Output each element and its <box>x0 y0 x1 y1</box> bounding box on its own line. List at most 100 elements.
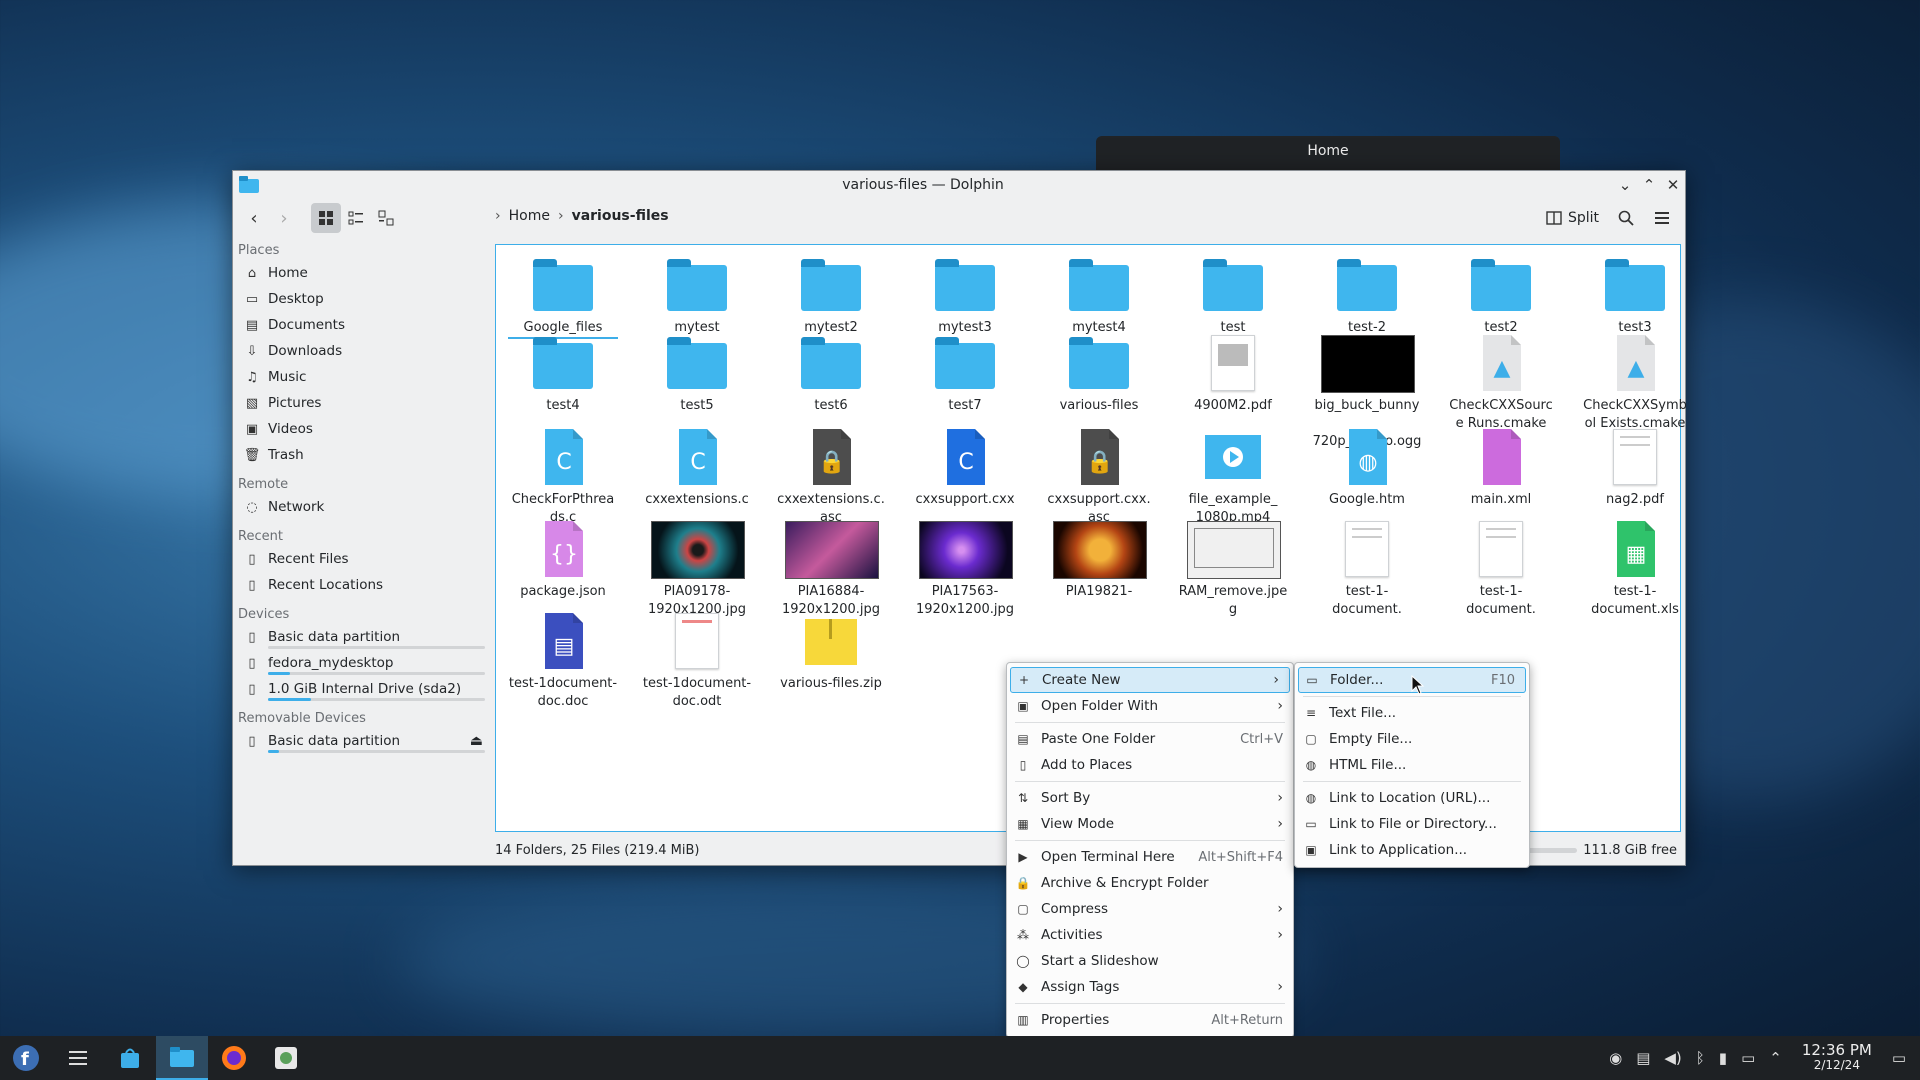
menu-item-activities[interactable]: ⁂ Activities › <box>1007 922 1293 948</box>
folder-item[interactable]: mytest <box>642 253 752 337</box>
menu-item-link-to-location-url[interactable]: ◍ Link to Location (URL)... <box>1295 785 1529 811</box>
split-button[interactable]: Split <box>1540 203 1605 233</box>
menu-item-start-a-slideshow[interactable]: ◯ Start a Slideshow <box>1007 948 1293 974</box>
file-item[interactable]: Ccxxsupport.cxx <box>910 425 1020 509</box>
folder-item[interactable]: test-2 <box>1312 253 1422 337</box>
file-item[interactable]: C CheckForPthreads.c <box>508 425 618 527</box>
file-item[interactable]: nag2.pdf <box>1580 425 1690 509</box>
bluetooth-icon[interactable]: ᛒ <box>1696 1049 1705 1067</box>
sidebar-item-network[interactable]: ◌ Network <box>238 494 491 520</box>
pager-button[interactable] <box>52 1036 104 1080</box>
file-item[interactable]: ▦ test-1-document.xls <box>1580 517 1690 619</box>
breadcrumb-home[interactable]: Home <box>509 208 550 224</box>
minimize-button[interactable]: ⌄ <box>1613 176 1637 194</box>
menu-item-html-file[interactable]: ◍ HTML File... <box>1295 752 1529 778</box>
discover-button[interactable] <box>104 1036 156 1080</box>
show-desktop-icon[interactable]: ▭ <box>1892 1049 1906 1067</box>
file-item[interactable]: RAM_remove.jpeg <box>1178 517 1288 619</box>
forward-button[interactable]: › <box>269 203 299 233</box>
menu-item-sort-by[interactable]: ⇅ Sort By › <box>1007 785 1293 811</box>
sidebar-item-desktop[interactable]: ▭ Desktop <box>238 286 491 312</box>
file-item[interactable]: {} package.json <box>508 517 618 601</box>
file-item[interactable]: PIA17563- 1920x1200.jpg <box>910 517 1020 619</box>
sidebar-item-basic-data-partition[interactable]: ▯ Basic data partition <box>238 624 491 650</box>
file-item[interactable]: test-1document- doc.odt <box>642 609 752 711</box>
file-item[interactable]: ▲ CheckCXXSource Runs.cmake <box>1446 331 1556 433</box>
file-item[interactable]: ▲ CheckCXXSymbol Exists.cmake <box>1580 331 1690 433</box>
file-item[interactable]: ▤ test-1document- doc.doc <box>508 609 618 711</box>
app-launcher-button[interactable]: f <box>0 1036 52 1080</box>
menu-item-empty-file[interactable]: ▢ Empty File... <box>1295 726 1529 752</box>
menu-item-create-new[interactable]: + Create New › <box>1010 667 1290 693</box>
sidebar-item-music[interactable]: ♫ Music <box>238 364 491 390</box>
file-item[interactable]: test-1-document. <box>1312 517 1422 619</box>
folder-item[interactable]: test6 <box>776 331 886 415</box>
taskbar-app[interactable] <box>260 1036 312 1080</box>
menu-item-text-file[interactable]: ≡ Text File... <box>1295 700 1529 726</box>
file-item[interactable]: test-1-document. <box>1446 517 1556 619</box>
folder-item[interactable]: mytest2 <box>776 253 886 337</box>
menu-item-properties[interactable]: ▥ Properties Alt+Return <box>1007 1007 1293 1033</box>
title-bar[interactable]: various-files — Dolphin ⌄ ⌃ ✕ <box>233 171 1685 199</box>
eject-icon[interactable]: ⏏ <box>470 733 483 749</box>
sidebar-item-recent-files[interactable]: ▯ Recent Files <box>238 546 491 572</box>
folder-item[interactable]: test7 <box>910 331 1020 415</box>
background-window-title[interactable]: Home <box>1096 136 1560 170</box>
breadcrumb-current[interactable]: various-files <box>572 208 669 224</box>
folder-item[interactable]: various-files <box>1044 331 1154 415</box>
menu-item-paste-one-folder[interactable]: ▤ Paste One Folder Ctrl+V <box>1007 726 1293 752</box>
file-item[interactable]: Ccxxextensions.c <box>642 425 752 509</box>
folder-item[interactable]: mytest4 <box>1044 253 1154 337</box>
file-item[interactable]: file_example_ 1080p.mp4 <box>1178 425 1288 527</box>
folder-item[interactable]: test3 <box>1580 253 1690 337</box>
file-item[interactable]: PIA19821- <box>1044 517 1154 601</box>
folder-item[interactable]: test5 <box>642 331 752 415</box>
close-button[interactable]: ✕ <box>1661 176 1685 194</box>
menu-item-archive-encrypt-folder[interactable]: 🔒 Archive & Encrypt Folder <box>1007 870 1293 896</box>
folder-item[interactable]: test <box>1178 253 1288 337</box>
tray-expand-icon[interactable]: ⌃ <box>1769 1049 1782 1067</box>
sidebar-item-videos[interactable]: ▣ Videos <box>238 416 491 442</box>
menu-item-link-to-application[interactable]: ▣ Link to Application... <box>1295 837 1529 863</box>
file-item[interactable]: 4900M2.pdf <box>1178 331 1288 415</box>
taskbar-firefox[interactable] <box>208 1036 260 1080</box>
details-view-button[interactable] <box>371 203 401 233</box>
updates-icon[interactable]: ◉ <box>1609 1049 1622 1067</box>
file-item[interactable]: 🔒 cxxsupport.cxx.asc <box>1044 425 1154 527</box>
back-button[interactable]: ‹ <box>239 203 269 233</box>
usb-drive-icon[interactable]: ▮ <box>1719 1049 1727 1067</box>
sidebar-item-documents[interactable]: ▤ Documents <box>238 312 491 338</box>
sidebar-item-pictures[interactable]: ▧ Pictures <box>238 390 491 416</box>
file-item[interactable]: 🔒 cxxextensions.c.asc <box>776 425 886 527</box>
menu-item-compress[interactable]: ▢ Compress › <box>1007 896 1293 922</box>
sidebar-item-trash[interactable]: 🗑 Trash <box>238 442 491 468</box>
menu-item-link-to-file-or-directory[interactable]: ▭ Link to File or Directory... <box>1295 811 1529 837</box>
sidebar-item-1-0-gib-internal-drive-sda2-[interactable]: ▯ 1.0 GiB Internal Drive (sda2) <box>238 676 491 702</box>
sidebar-item-home[interactable]: ⌂ Home <box>238 260 491 286</box>
folder-item[interactable]: test2 <box>1446 253 1556 337</box>
clock[interactable]: 12:36 PM 2/12/24 <box>1802 1043 1872 1073</box>
folder-item[interactable]: mytest3 <box>910 253 1020 337</box>
compact-view-button[interactable] <box>341 203 371 233</box>
volume-icon[interactable]: ◀) <box>1664 1049 1681 1067</box>
menu-item-open-folder-with[interactable]: ▣ Open Folder With › <box>1007 693 1293 719</box>
menu-item-assign-tags[interactable]: ◆ Assign Tags › <box>1007 974 1293 1000</box>
search-button[interactable] <box>1611 203 1641 233</box>
folder-item[interactable]: Google_files <box>508 253 618 339</box>
menu-item-view-mode[interactable]: ▦ View Mode › <box>1007 811 1293 837</box>
folder-item[interactable]: test4 <box>508 331 618 415</box>
hamburger-menu-button[interactable] <box>1647 203 1677 233</box>
sidebar-item-downloads[interactable]: ⇩ Downloads <box>238 338 491 364</box>
menu-item-open-terminal-here[interactable]: ▶ Open Terminal Here Alt+Shift+F4 <box>1007 844 1293 870</box>
clipboard-icon[interactable]: ▤ <box>1636 1049 1650 1067</box>
file-item[interactable]: main.xml <box>1446 425 1556 509</box>
menu-item-add-to-places[interactable]: ▯ Add to Places <box>1007 752 1293 778</box>
sidebar-item-recent-locations[interactable]: ▯ Recent Locations <box>238 572 491 598</box>
file-item[interactable]: ◍ Google.htm <box>1312 425 1422 509</box>
file-item[interactable]: various-files.zip <box>776 609 886 693</box>
sidebar-item-fedora-mydesktop[interactable]: ▯ fedora_mydesktop <box>238 650 491 676</box>
taskbar-dolphin[interactable] <box>156 1036 208 1080</box>
network-icon[interactable]: ▭ <box>1741 1049 1755 1067</box>
file-item[interactable]: PIA09178- 1920x1200.jpg <box>642 517 752 619</box>
maximize-button[interactable]: ⌃ <box>1637 176 1661 194</box>
